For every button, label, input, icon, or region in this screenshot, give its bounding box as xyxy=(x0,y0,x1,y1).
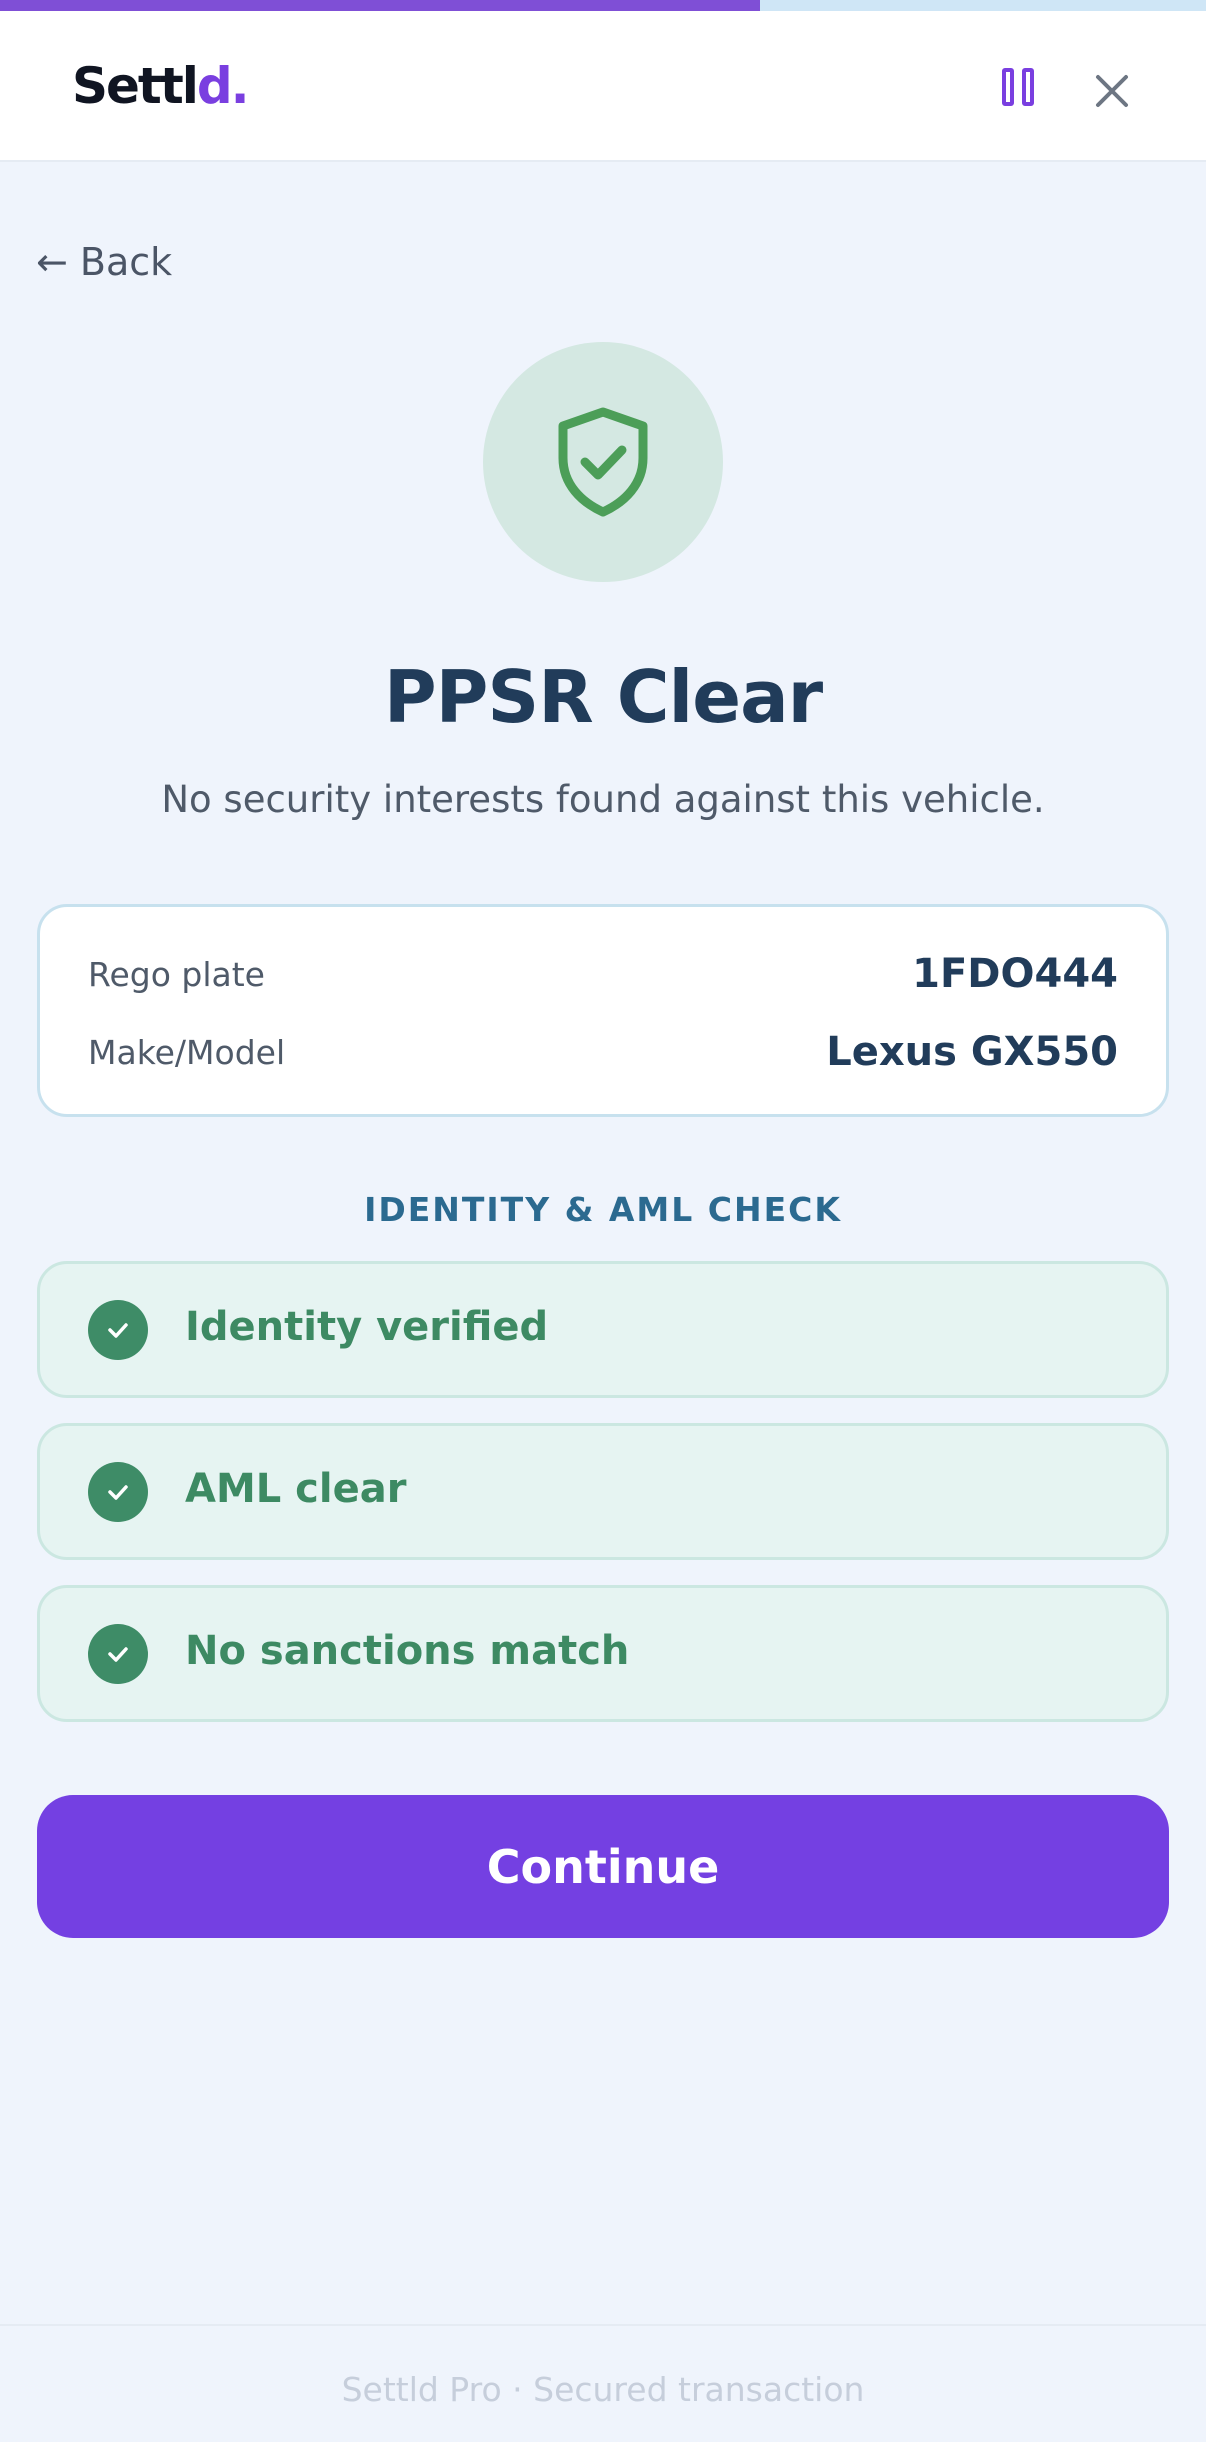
check-label: AML clear xyxy=(185,1466,407,1512)
rego-label: Rego plate xyxy=(88,955,265,994)
check-label: No sanctions match xyxy=(185,1628,630,1674)
check-item-aml: AML clear xyxy=(37,1423,1169,1560)
make-model-value: Lexus GX550 xyxy=(826,1029,1118,1075)
close-icon[interactable] xyxy=(1090,69,1134,113)
check-icon xyxy=(88,1624,148,1684)
back-button[interactable]: ← Back xyxy=(36,240,172,284)
pause-icon[interactable] xyxy=(1000,68,1036,112)
footer: Settld Pro · Secured transaction xyxy=(0,2324,1206,2442)
check-icon xyxy=(88,1300,148,1360)
vehicle-details-card: Rego plate 1FDO444 Make/Model Lexus GX55… xyxy=(37,904,1169,1117)
rego-value: 1FDO444 xyxy=(912,951,1118,997)
shield-check-icon xyxy=(558,407,648,517)
app-logo: Settld. xyxy=(72,57,250,115)
make-model-label: Make/Model xyxy=(88,1033,286,1072)
check-label: Identity verified xyxy=(185,1304,549,1350)
page-title: PPSR Clear xyxy=(383,655,823,739)
check-item-sanctions: No sanctions match xyxy=(37,1585,1169,1722)
status-icon-badge xyxy=(483,342,723,582)
vehicle-row-rego: Rego plate 1FDO444 xyxy=(88,951,1118,1001)
continue-button[interactable]: Continue xyxy=(37,1795,1169,1938)
progress-bar xyxy=(0,0,1206,11)
vehicle-row-make-model: Make/Model Lexus GX550 xyxy=(88,1029,1118,1079)
check-item-identity: Identity verified xyxy=(37,1261,1169,1398)
check-icon xyxy=(88,1462,148,1522)
progress-bar-fill xyxy=(0,0,760,11)
top-bar: Settld. xyxy=(0,11,1206,162)
section-heading: IDENTITY & AML CHECK xyxy=(364,1190,842,1229)
page-subtitle: No security interests found against this… xyxy=(161,778,1045,821)
footer-text: Settld Pro · Secured transaction xyxy=(341,2370,865,2409)
